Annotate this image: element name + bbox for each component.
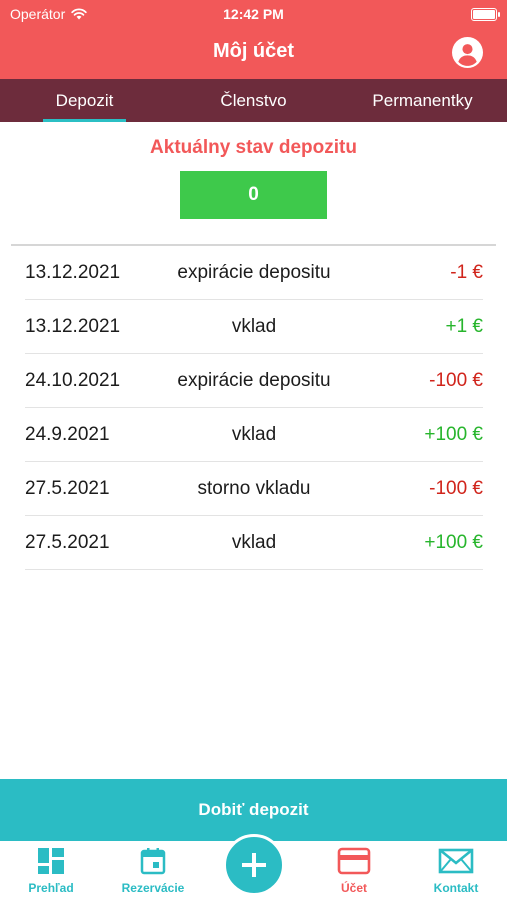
transaction-row: 24.10.2021 expirácie depositu -100 €	[25, 354, 483, 408]
transaction-description: vklad	[231, 315, 277, 337]
tab-passes[interactable]: Permanentky	[338, 79, 507, 122]
transaction-amount: -100 €	[429, 369, 483, 391]
transaction-description: vklad	[231, 423, 277, 445]
tab-bar-top: Depozit Členstvo Permanentky	[0, 79, 507, 122]
transaction-date: 13.12.2021	[25, 261, 121, 283]
topup-deposit-button[interactable]: Dobiť depozit	[0, 779, 507, 841]
deposit-title: Aktuálny stav depozitu	[150, 137, 357, 158]
transaction-amount: +100 €	[424, 531, 483, 553]
transaction-date: 27.5.2021	[25, 531, 110, 553]
dashboard-icon	[38, 848, 64, 874]
tabbar-item-account[interactable]: Účet	[314, 847, 394, 895]
mail-icon	[438, 848, 474, 874]
deposit-balance: 0	[180, 171, 327, 219]
transaction-date: 27.5.2021	[25, 477, 110, 499]
add-button[interactable]	[223, 834, 285, 896]
transaction-description: expirácie depositu	[177, 369, 331, 391]
transaction-description: expirácie depositu	[177, 261, 331, 283]
transaction-row: 27.5.2021 vklad +100 €	[25, 516, 483, 570]
transaction-row: 24.9.2021 vklad +100 €	[25, 408, 483, 462]
tabbar-item-contact[interactable]: Kontakt	[416, 847, 496, 895]
transaction-date: 13.12.2021	[25, 315, 121, 337]
status-time: 12:42 PM	[223, 6, 284, 22]
tab-deposit[interactable]: Depozit	[0, 79, 169, 122]
tabbar-label: Prehľad	[28, 881, 74, 895]
plus-icon	[242, 853, 266, 877]
credit-card-icon	[337, 847, 371, 875]
tabbar-label: Rezervácie	[121, 881, 185, 895]
tab-membership[interactable]: Členstvo	[169, 79, 338, 122]
account-icon[interactable]	[452, 37, 483, 68]
transaction-description: storno vkladu	[197, 477, 311, 499]
tabbar-item-overview[interactable]: Prehľad	[11, 847, 91, 895]
transaction-description: vklad	[231, 531, 277, 553]
calendar-icon	[140, 848, 166, 875]
transaction-amount: +1 €	[445, 315, 483, 337]
status-bar: Operátor 12:42 PM	[0, 0, 507, 28]
tabbar-item-reservations[interactable]: Rezervácie	[113, 847, 193, 895]
transaction-row: 13.12.2021 expirácie depositu -1 €	[25, 246, 483, 300]
tabbar-label: Účet	[340, 881, 367, 895]
transaction-list: 13.12.2021 expirácie depositu -1 € 13.12…	[25, 246, 483, 570]
transaction-row: 13.12.2021 vklad +1 €	[25, 300, 483, 354]
page-title: Môj účet	[212, 40, 295, 62]
battery-icon	[471, 8, 500, 21]
tabbar-label: Kontakt	[433, 881, 479, 895]
transaction-amount: -100 €	[429, 477, 483, 499]
transaction-date: 24.9.2021	[25, 423, 110, 445]
transaction-amount: +100 €	[424, 423, 483, 445]
transaction-amount: -1 €	[450, 261, 483, 283]
transaction-date: 24.10.2021	[25, 369, 121, 391]
transaction-row: 27.5.2021 storno vkladu -100 €	[25, 462, 483, 516]
header: Operátor 12:42 PM Môj účet	[0, 0, 507, 79]
